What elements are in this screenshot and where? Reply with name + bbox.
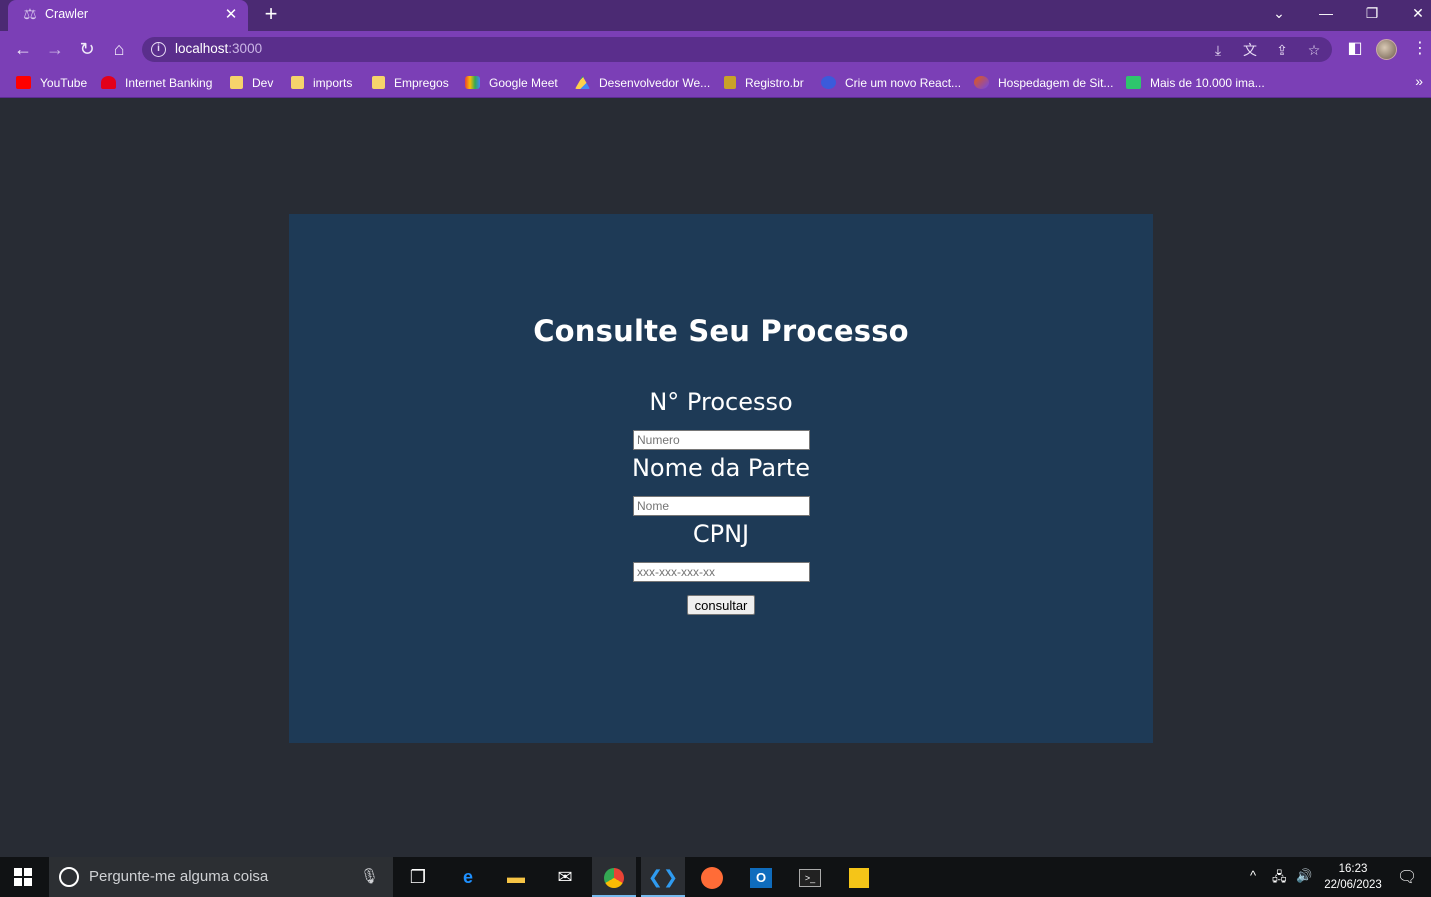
folder-icon <box>291 76 304 89</box>
google-meet-icon <box>465 76 480 89</box>
party-name-input[interactable] <box>633 496 810 516</box>
bookmark-google-meet[interactable]: Google Meet <box>465 74 558 92</box>
terminal-icon[interactable]: >_ <box>788 857 832 897</box>
side-panel-icon[interactable]: ◧ <box>1343 37 1367 61</box>
tab-crawler[interactable]: ⚖ Crawler ✕ <box>8 0 248 31</box>
bookmark-desenvolvedor-web[interactable]: Desenvolvedor We... <box>575 74 710 92</box>
bookmark-folder-dev[interactable]: Dev <box>230 74 273 92</box>
sticky-app-icon[interactable] <box>837 857 881 897</box>
vscode-icon[interactable]: ❮❯ <box>641 857 685 897</box>
clock-date: 22/06/2023 <box>1324 879 1382 891</box>
menu-kebab-icon[interactable]: ⋮ <box>1408 37 1431 61</box>
hosting-icon <box>974 76 989 89</box>
outlook-icon[interactable]: O <box>739 857 783 897</box>
clock-time: 16:23 <box>1338 863 1368 875</box>
bookmark-create-react[interactable]: Crie um novo React... <box>821 74 961 92</box>
tab-search-icon[interactable]: ⌄ <box>1257 1 1301 25</box>
bookmark-folder-imports[interactable]: imports <box>291 74 352 92</box>
consultar-button[interactable]: consultar <box>687 595 755 615</box>
close-tab-icon[interactable]: ✕ <box>222 5 240 25</box>
cnpj-label: CPNJ <box>692 520 750 548</box>
volume-icon[interactable]: 🔊 <box>1296 868 1312 884</box>
close-window-button[interactable]: ✕ <box>1396 1 1431 25</box>
pixabay-icon <box>1126 76 1141 89</box>
notifications-icon[interactable]: 🗨 <box>1397 867 1417 887</box>
page-title: Consulte Seu Processo <box>533 314 909 348</box>
bookmark-youtube[interactable]: YouTube <box>16 74 87 92</box>
bookmark-registro-br[interactable]: Registro.br <box>724 74 804 92</box>
back-button[interactable]: ← <box>10 37 36 61</box>
chrome-icon[interactable] <box>592 857 636 897</box>
task-view-icon[interactable]: ❐ <box>396 857 440 897</box>
youtube-icon <box>16 76 31 89</box>
share-icon[interactable]: ⇪ <box>1272 40 1292 60</box>
cnpj-input[interactable] <box>633 562 810 582</box>
browser-titlebar: ⚖ Crawler ✕ + ⌄ — ❐ ✕ <box>0 0 1431 31</box>
profile-avatar[interactable] <box>1376 39 1397 60</box>
bookmark-internet-banking[interactable]: Internet Banking <box>101 74 212 92</box>
address-bar[interactable]: i localhost:3000 ⤓ 文 ⇪ ☆ <box>142 37 1332 62</box>
taskbar-clock[interactable]: 16:23 22/06/2023 <box>1317 861 1389 893</box>
home-button[interactable]: ⌂ <box>106 37 132 61</box>
taskbar-search-placeholder: Pergunte-me alguma coisa <box>89 868 269 885</box>
process-number-input[interactable] <box>633 430 810 450</box>
install-app-icon[interactable]: ⤓ <box>1208 40 1228 60</box>
search-form-card: Consulte Seu Processo N° Processo Nome d… <box>289 214 1153 743</box>
more-bookmarks-icon[interactable]: » <box>1415 73 1423 89</box>
react-icon <box>821 76 836 89</box>
restore-button[interactable]: ❐ <box>1350 1 1394 25</box>
forward-button[interactable]: → <box>42 37 68 61</box>
taskbar-search-box[interactable]: Pergunte-me alguma coisa 🎙 <box>49 857 393 897</box>
party-name-label: Nome da Parte <box>631 454 811 482</box>
bookmark-pixabay[interactable]: Mais de 10.000 ima... <box>1126 74 1265 92</box>
site-info-icon[interactable]: i <box>151 42 166 57</box>
folder-icon <box>372 76 385 89</box>
google-drive-icon <box>575 76 590 89</box>
tray-overflow-icon[interactable]: ^ <box>1250 868 1256 883</box>
reload-button[interactable]: ↻ <box>74 37 100 61</box>
browser-toolbar: ← → ↻ ⌂ i localhost:3000 ⤓ 文 ⇪ ☆ ◧ ⋮ <box>0 31 1431 67</box>
scales-icon: ⚖ <box>23 6 37 23</box>
bookmark-hospedagem[interactable]: Hospedagem de Sit... <box>974 74 1113 92</box>
bookmark-star-icon[interactable]: ☆ <box>1304 40 1324 60</box>
microphone-icon[interactable]: 🎙 <box>360 867 379 885</box>
url-host: localhost <box>175 41 229 56</box>
minimize-button[interactable]: — <box>1304 1 1348 25</box>
postman-icon[interactable] <box>690 857 734 897</box>
tab-title: Crawler <box>45 7 89 21</box>
network-icon[interactable]: 🖧 <box>1272 868 1287 890</box>
bookmarks-bar: YouTube Internet Banking Dev imports Emp… <box>0 67 1431 98</box>
cortana-icon <box>59 867 79 887</box>
process-number-label: N° Processo <box>649 388 793 416</box>
mail-icon[interactable]: ✉ <box>543 857 587 897</box>
url-text: localhost:3000 <box>175 41 262 56</box>
url-port: :3000 <box>228 41 263 56</box>
translate-icon[interactable]: 文 <box>1240 40 1260 60</box>
page-viewport: Consulte Seu Processo N° Processo Nome d… <box>0 99 1431 857</box>
edge-icon[interactable]: e <box>446 857 490 897</box>
new-tab-button[interactable]: + <box>259 3 283 27</box>
windows-taskbar: Pergunte-me alguma coisa 🎙 ❐ e ▬ ✉ ❮❯ O … <box>0 857 1431 897</box>
bank-icon <box>101 76 116 89</box>
bookmark-folder-empregos[interactable]: Empregos <box>372 74 449 92</box>
file-explorer-icon[interactable]: ▬ <box>494 857 538 897</box>
windows-start-icon[interactable] <box>14 868 34 886</box>
folder-icon <box>230 76 243 89</box>
registro-icon <box>724 76 736 89</box>
